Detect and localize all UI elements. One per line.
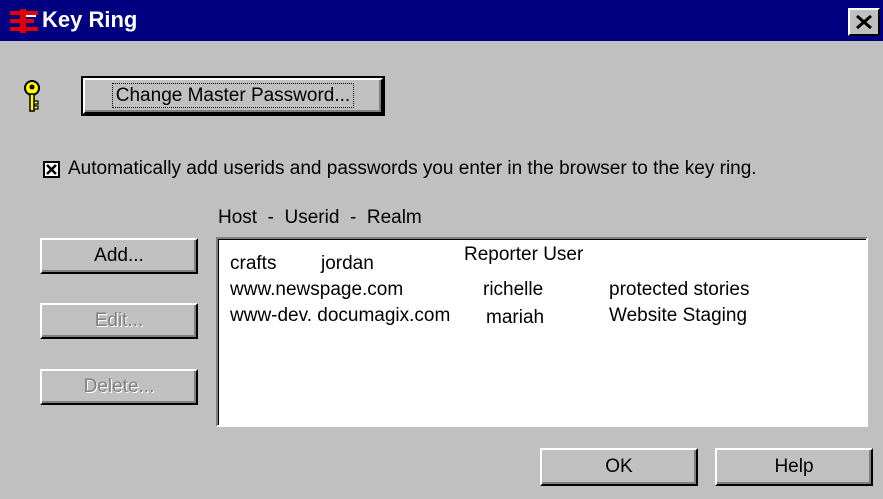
add-button-label: Add... (94, 245, 144, 266)
window-title: Key Ring (42, 7, 138, 32)
netscape-e-icon (10, 9, 38, 33)
host-cell: crafts (230, 253, 277, 274)
realm-cell: protected stories (609, 279, 750, 300)
host-cell: www-dev. documagix.com (230, 305, 451, 326)
ok-button[interactable]: OK (540, 448, 698, 486)
change-master-password-label: Change Master Password... (111, 83, 355, 108)
add-button[interactable]: Add... (40, 238, 198, 274)
list-item[interactable]: www-dev. documagix.com mariah Website St… (218, 305, 866, 328)
auto-add-checkbox[interactable] (43, 161, 60, 178)
edit-button-label: Edit... (94, 310, 144, 331)
key-icon (22, 79, 42, 118)
ok-button-label: OK (605, 456, 633, 477)
userid-cell: mariah (486, 307, 545, 328)
key-ring-list[interactable]: crafts jordan Reporter User www.newspage… (216, 237, 868, 427)
change-master-password-button[interactable]: Change Master Password... (81, 76, 385, 116)
list-item[interactable]: www.newspage.com richelle protected stor… (218, 279, 866, 302)
delete-button-label: Delete... (83, 376, 155, 397)
list-column-header: Host - Userid - Realm (218, 207, 422, 228)
list-item[interactable]: crafts jordan Reporter User (218, 244, 866, 276)
help-button[interactable]: Help (715, 448, 873, 486)
realm-cell: Reporter User (464, 244, 584, 265)
close-button[interactable] (848, 8, 880, 36)
realm-cell: Website Staging (609, 305, 748, 326)
title-bar[interactable]: Key Ring (0, 0, 883, 41)
host-cell: www.newspage.com (230, 279, 404, 300)
help-button-label: Help (774, 456, 814, 477)
userid-cell: richelle (483, 279, 544, 300)
delete-button[interactable]: Delete... (40, 369, 198, 405)
checkmark-x-icon (46, 164, 57, 175)
auto-add-label[interactable]: Automatically add userids and passwords … (68, 156, 757, 182)
edit-button[interactable]: Edit... (40, 303, 198, 339)
key-ring-dialog: Key Ring Change Master Password... Autom… (0, 0, 883, 499)
userid-cell: jordan (321, 253, 374, 274)
